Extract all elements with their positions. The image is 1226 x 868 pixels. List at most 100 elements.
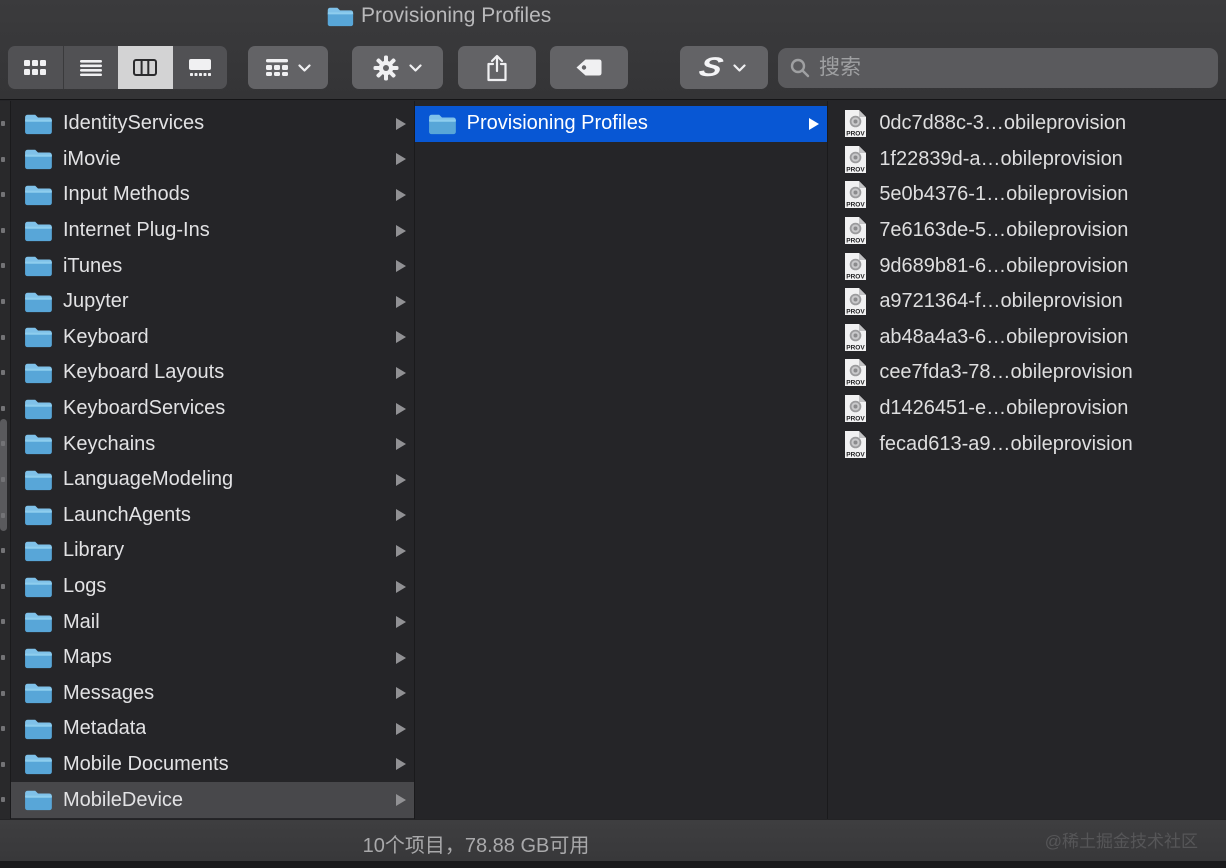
file-row[interactable]: PROV ab48a4a3-6…obileprovision	[828, 320, 1226, 356]
folder-row-label: MobileDevice	[62, 788, 184, 811]
folder-row-label: Metadata	[62, 717, 147, 740]
folder-row[interactable]: LanguageModeling	[11, 462, 414, 498]
folder-row[interactable]: Mail	[11, 604, 414, 640]
folder-row[interactable]: iTunes	[11, 248, 414, 284]
file-row[interactable]: PROV 5e0b4376-1…obileprovision	[828, 177, 1226, 213]
folder-row[interactable]: Keyboard	[11, 320, 414, 356]
file-row[interactable]: PROV fecad613-a9…obileprovision	[828, 426, 1226, 462]
file-row[interactable]: PROV cee7fda3-78…obileprovision	[828, 355, 1226, 391]
provision-file-icon: PROV	[845, 395, 867, 423]
folder-row[interactable]: Messages	[11, 676, 414, 712]
group-by-button[interactable]	[248, 46, 328, 89]
chevron-down-icon	[732, 63, 746, 72]
window-bottom-edge	[0, 861, 1226, 868]
folder-row[interactable]: Provisioning Profiles	[414, 106, 828, 142]
provision-file-icon: PROV	[845, 359, 867, 387]
file-row[interactable]: PROV a9721364-f…obileprovision	[828, 284, 1226, 320]
folder-row-label: Mobile Documents	[62, 752, 229, 775]
file-row-label: cee7fda3-78…obileprovision	[879, 361, 1133, 384]
file-row[interactable]: PROV 1f22839d-a…obileprovision	[828, 142, 1226, 178]
folder-icon	[25, 755, 52, 775]
s-app-button[interactable]: S	[680, 46, 768, 89]
folder-row-label: Keychains	[62, 432, 156, 455]
provision-file-icon: PROV	[845, 288, 867, 316]
svg-text:PROV: PROV	[847, 166, 866, 173]
svg-text:PROV: PROV	[847, 309, 866, 316]
folder-row[interactable]: MobileDevice	[10, 782, 414, 818]
folder-icon	[25, 328, 52, 348]
icon-view-button[interactable]	[8, 46, 63, 89]
disclosure-arrow-icon	[395, 580, 406, 593]
group-by-icon	[265, 59, 288, 76]
disclosure-arrow-icon	[395, 366, 406, 379]
folder-row[interactable]: iMovie	[11, 142, 414, 178]
disclosure-arrow-icon	[395, 794, 406, 807]
tag-icon	[576, 59, 602, 76]
share-icon	[487, 54, 507, 81]
folder-row[interactable]: Jupyter	[11, 284, 414, 320]
file-row-label: fecad613-a9…obileprovision	[879, 432, 1133, 455]
folder-icon	[428, 114, 456, 134]
folder-row[interactable]: Logs	[11, 569, 414, 605]
folder-row[interactable]: IdentityServices	[11, 106, 414, 142]
disclosure-arrow-icon	[395, 651, 406, 664]
folder-icon	[25, 541, 52, 562]
share-button[interactable]	[458, 46, 536, 89]
folder-row[interactable]: Keyboard Layouts	[11, 355, 414, 391]
folder-row[interactable]: Input Methods	[11, 177, 414, 213]
view-mode-segmented-control	[8, 46, 227, 89]
folder-icon	[25, 399, 52, 419]
folder-row-label: Input Methods	[62, 183, 190, 206]
folder-icon	[25, 790, 52, 811]
search-field[interactable]	[778, 48, 1218, 88]
file-row[interactable]: PROV 7e6163de-5…obileprovision	[828, 213, 1226, 249]
title-folder-icon	[326, 5, 354, 28]
chevron-down-icon	[297, 63, 311, 72]
provision-file-icon: PROV	[845, 145, 867, 173]
clipped-arrow-fragment	[1, 548, 5, 554]
clipped-arrow-fragment	[1, 121, 5, 126]
s-app-icon: S	[696, 52, 727, 82]
folder-row[interactable]: Metadata	[11, 711, 414, 747]
tag-button[interactable]	[550, 46, 628, 89]
disclosure-arrow-icon	[395, 295, 406, 308]
disclosure-arrow-icon	[395, 117, 406, 130]
svg-text:PROV: PROV	[847, 451, 866, 458]
folder-row[interactable]: Keychains	[11, 426, 414, 462]
folder-row[interactable]: Mobile Documents	[11, 747, 414, 783]
folder-row-label: Keyboard	[62, 325, 149, 348]
file-row[interactable]: PROV 0dc7d88c-3…obileprovision	[828, 106, 1226, 142]
clipped-arrow-fragment	[1, 334, 5, 340]
file-row[interactable]: PROV d1426451-e…obileprovision	[828, 391, 1226, 427]
file-row[interactable]: PROV 9d689b81-6…obileprovision	[828, 248, 1226, 284]
folder-row[interactable]: KeyboardServices	[11, 391, 414, 427]
clipped-arrow-fragment	[1, 156, 5, 162]
file-row-label: 7e6163de-5…obileprovision	[879, 219, 1129, 242]
svg-text:PROV: PROV	[847, 202, 866, 209]
folder-row-label: LaunchAgents	[62, 503, 191, 526]
action-button[interactable]	[352, 46, 443, 89]
svg-text:PROV: PROV	[847, 273, 866, 280]
svg-text:PROV: PROV	[847, 238, 866, 245]
disclosure-arrow-icon	[395, 438, 406, 451]
folder-row[interactable]: Internet Plug-Ins	[11, 213, 414, 249]
folder-row-label: IdentityServices	[62, 112, 205, 135]
watermark: @稀土掘金技术社区	[1044, 832, 1198, 851]
folder-row-label: Internet Plug-Ins	[62, 219, 210, 242]
provision-file-icon: PROV	[845, 252, 867, 280]
column-view-button[interactable]	[118, 46, 173, 89]
middle-column: Provisioning Profiles	[414, 101, 828, 819]
folder-row[interactable]: Library	[11, 533, 414, 569]
list-view-button[interactable]	[62, 46, 119, 89]
folder-icon	[25, 506, 52, 526]
disclosure-arrow-icon	[395, 224, 406, 237]
search-input[interactable]	[819, 56, 1206, 80]
clipped-arrow-fragment	[1, 797, 5, 803]
folder-row[interactable]: LaunchAgents	[11, 498, 414, 534]
status-bar: 10个项目，78.88 GB可用 @稀土掘金技术社区	[0, 819, 1226, 861]
gallery-view-button[interactable]	[173, 46, 228, 89]
folder-row[interactable]: Maps	[11, 640, 414, 676]
disclosure-arrow-icon	[395, 188, 406, 201]
disclosure-arrow-icon	[395, 758, 406, 771]
clipped-arrow-fragment	[1, 227, 5, 233]
